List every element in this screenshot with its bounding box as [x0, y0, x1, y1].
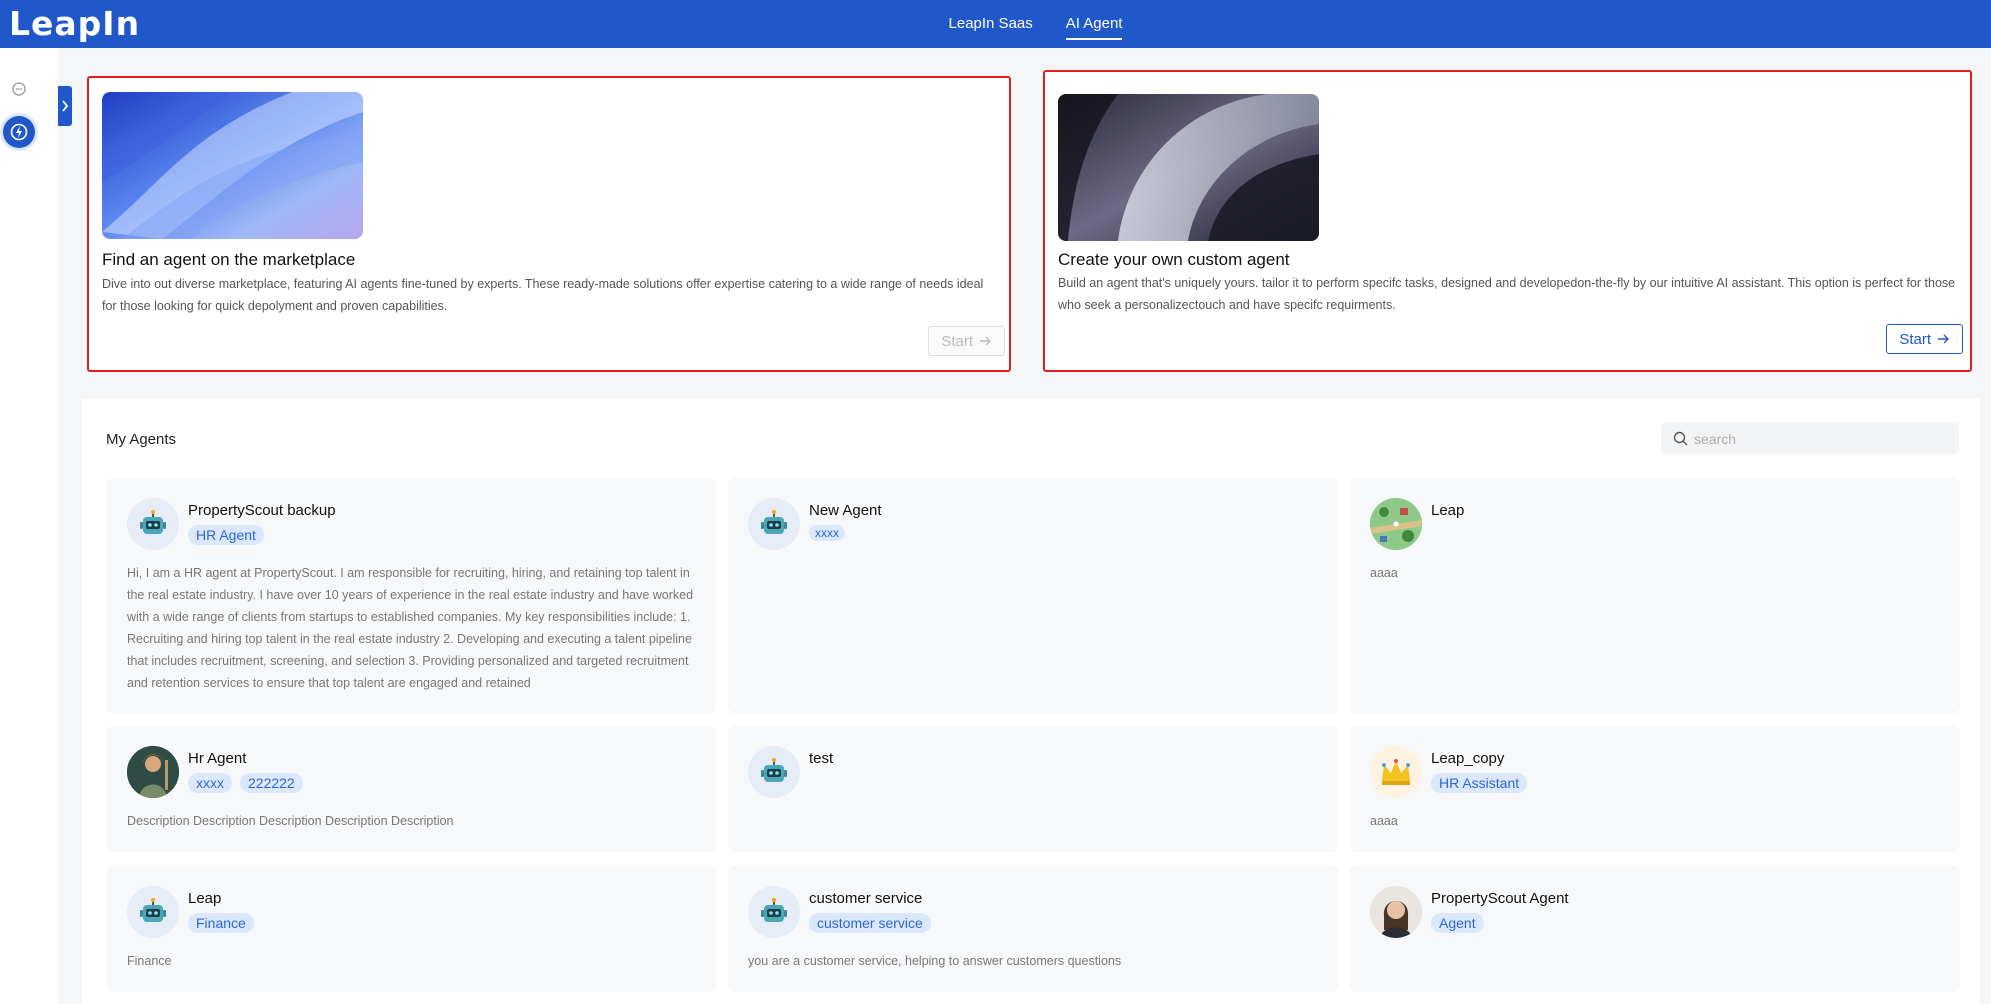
agent-tag: Finance	[188, 913, 254, 933]
agent-name: Leap_copy	[1431, 750, 1505, 767]
robot-icon	[127, 886, 179, 938]
custom-agent-start-button[interactable]: Start	[1886, 324, 1963, 354]
search-input[interactable]	[1694, 430, 1944, 447]
marketplace-desc: Dive into out diverse marketplace, featu…	[102, 277, 984, 313]
robot-icon	[748, 498, 800, 550]
agent-desc: you are a customer service, helping to a…	[748, 954, 1122, 968]
agent-desc: aaaa	[1370, 566, 1398, 580]
custom-agent-desc: Build an agent that's uniquely yours. ta…	[1058, 276, 1956, 312]
agent-card[interactable]: test	[728, 726, 1338, 852]
agent-card[interactable]: customer service customer service you ar…	[728, 866, 1338, 992]
my-agents-panel: My Agents PropertyScout backup HR Agent …	[82, 398, 1980, 1004]
agent-card[interactable]: Leap_copy HR Assistant aaaa	[1350, 726, 1960, 852]
search-icon	[1673, 431, 1688, 446]
marketplace-image	[102, 92, 363, 239]
agent-tag: Agent	[1431, 913, 1484, 933]
chat-icon[interactable]	[8, 78, 30, 100]
chevron-right-icon	[62, 100, 69, 112]
agent-tags: HR Agent	[188, 525, 264, 545]
arrow-right-icon	[980, 336, 991, 346]
agent-desc: aaaa	[1370, 814, 1398, 828]
agent-name: Leap	[1431, 502, 1465, 519]
start-label: Start	[1899, 330, 1931, 348]
agent-card[interactable]: PropertyScout backup HR Agent Hi, I am a…	[107, 478, 716, 713]
agent-card[interactable]: New Agent xxxx	[728, 478, 1338, 713]
start-label: Start	[941, 332, 973, 350]
marketplace-card[interactable]: Find an agent on the marketplace Dive in…	[87, 76, 1011, 372]
custom-agent-card[interactable]: Create your own custom agent Build an ag…	[1043, 70, 1972, 372]
agent-name: Leap	[188, 890, 222, 907]
agent-name: Hr Agent	[188, 750, 247, 767]
map-avatar	[1370, 498, 1422, 550]
agent-tag: HR Agent	[188, 525, 264, 545]
custom-agent-image	[1058, 94, 1319, 241]
agent-tag: HR Assistant	[1431, 773, 1528, 793]
agent-tag: xxxx	[188, 773, 232, 793]
agent-card[interactable]: Hr Agent xxxx 222222 Description Descrip…	[107, 726, 716, 852]
agent-tags: Finance	[188, 913, 254, 933]
agent-card[interactable]: Leap Finance Finance	[107, 866, 716, 992]
agent-card[interactable]: PropertyScout Agent Agent	[1350, 866, 1960, 992]
agent-name: PropertyScout Agent	[1431, 890, 1569, 907]
agent-card[interactable]: Leap aaaa	[1350, 478, 1960, 713]
agent-search[interactable]	[1661, 423, 1959, 454]
robot-icon	[748, 746, 800, 798]
agent-tag: customer service	[809, 913, 931, 933]
woman-avatar	[1370, 886, 1422, 938]
fantasy-avatar	[127, 746, 179, 798]
crown-avatar	[1370, 746, 1422, 798]
agent-name: test	[809, 750, 834, 767]
marketplace-title: Find an agent on the marketplace	[102, 250, 356, 269]
agent-name: New Agent	[809, 502, 882, 519]
robot-icon	[127, 498, 179, 550]
marketplace-start-button[interactable]: Start	[928, 326, 1005, 356]
agent-icon[interactable]	[3, 116, 35, 148]
agent-desc: Hi, I am a HR agent at PropertyScout. I …	[127, 566, 694, 690]
custom-agent-title: Create your own custom agent	[1058, 250, 1290, 269]
arrow-right-icon	[1938, 334, 1949, 344]
agent-name: customer service	[809, 890, 923, 907]
agent-tag: xxxx	[809, 525, 845, 541]
agent-tag: 222222	[240, 773, 303, 793]
agent-tags: customer service	[809, 913, 931, 933]
top-bar: LeapIn LeapIn Saas AI Agent	[0, 0, 1991, 48]
my-agents-title: My Agents	[106, 431, 177, 448]
agent-tags: Agent	[1431, 913, 1484, 933]
robot-icon	[748, 886, 800, 938]
sidebar-expand-button[interactable]	[58, 86, 72, 126]
agent-desc: Description Description Description Desc…	[127, 814, 454, 828]
top-nav: LeapIn Saas AI Agent	[0, 0, 1991, 48]
nav-ai-agent[interactable]: AI Agent	[1065, 0, 1122, 48]
agent-desc: Finance	[127, 954, 172, 968]
nav-leapin-saas[interactable]: LeapIn Saas	[949, 0, 1033, 48]
agent-tags: xxxx	[809, 525, 845, 541]
agent-tags: HR Assistant	[1431, 773, 1528, 793]
agent-tags: xxxx 222222	[188, 773, 303, 793]
agent-name: PropertyScout backup	[188, 502, 336, 519]
left-rail	[0, 48, 58, 1004]
